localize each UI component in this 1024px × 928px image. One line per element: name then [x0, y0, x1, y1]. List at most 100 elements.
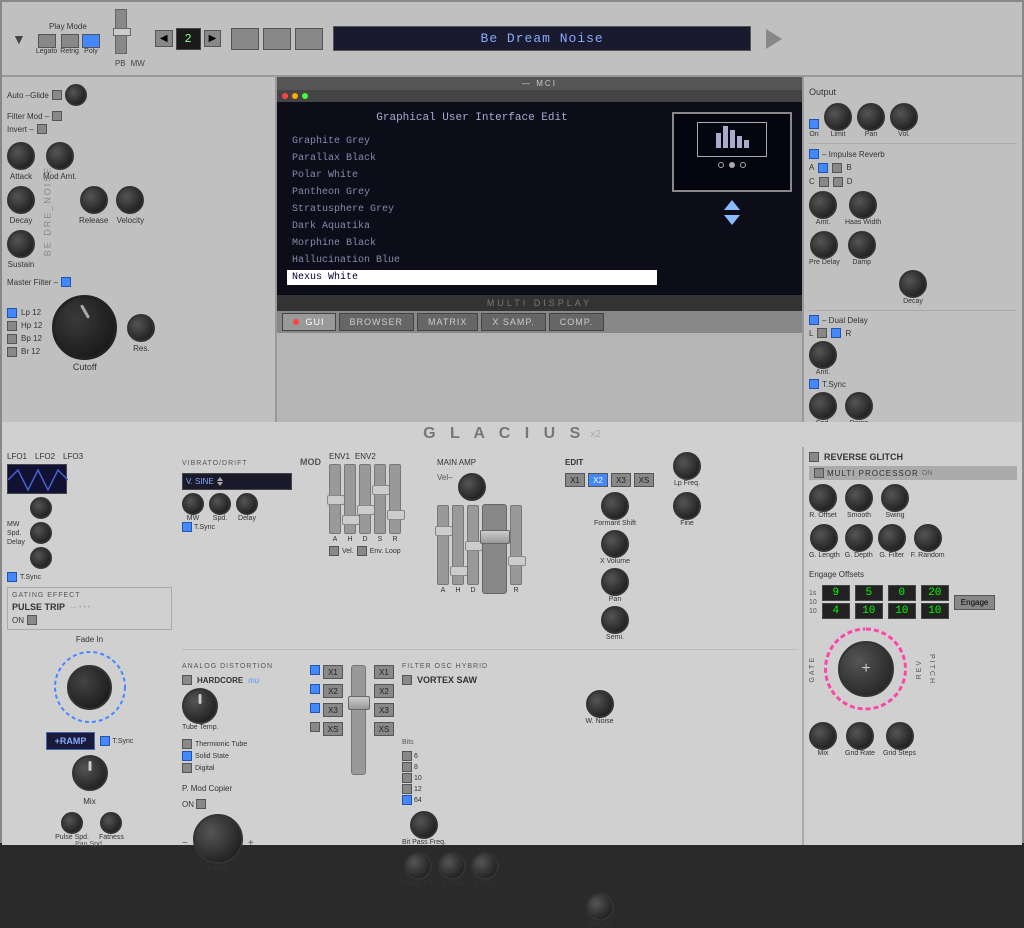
x3r-btn[interactable]: X3 [374, 703, 394, 717]
lfo-tsync-led[interactable] [7, 572, 17, 582]
multi-proc-led[interactable] [814, 468, 824, 478]
bit-10[interactable]: 10 [402, 773, 797, 783]
detune-knob[interactable] [586, 893, 614, 921]
impulse-reverb-led[interactable] [809, 149, 819, 159]
delay-amt-knob[interactable] [809, 341, 837, 369]
gui-option-3[interactable]: Pantheon Grey [287, 185, 657, 200]
env-s-thumb[interactable] [372, 485, 390, 495]
gui-option-7[interactable]: Hallucination Blue [287, 253, 657, 268]
lfo-mw-knob[interactable] [30, 497, 52, 519]
env-loop-led[interactable] [357, 546, 367, 556]
x1l-btn[interactable]: X1 [323, 665, 343, 679]
bit-6-cb[interactable] [402, 751, 412, 761]
amp-r-thumb[interactable] [508, 556, 526, 566]
r-button[interactable] [831, 328, 841, 338]
reverb-decay-knob[interactable] [899, 270, 927, 298]
filter-on-led[interactable] [402, 675, 412, 685]
w-noise-knob[interactable] [586, 690, 614, 718]
filter-mod-checkbox[interactable] [52, 111, 62, 121]
tab-matrix[interactable]: MATRIX [417, 313, 478, 331]
edit-x1-btn[interactable]: X1 [565, 473, 585, 487]
vib-mw-knob[interactable] [182, 493, 204, 515]
gui-option-6[interactable]: Morphine Black [287, 236, 657, 251]
x3l-led[interactable] [310, 703, 320, 713]
engage-button[interactable]: Engage [954, 595, 996, 610]
damp2-knob[interactable] [845, 392, 873, 420]
bit-10-cb[interactable] [402, 773, 412, 783]
bit-6[interactable]: 6 [402, 751, 797, 761]
cutoff-knob[interactable] [52, 295, 117, 360]
gui-option-1[interactable]: Parallax Black [287, 151, 657, 166]
fine-knob[interactable] [673, 492, 701, 520]
pulse-tsync-led[interactable] [100, 736, 110, 746]
scroll-down-arrow[interactable] [724, 215, 740, 225]
release-knob[interactable] [80, 186, 108, 214]
analog-on-led[interactable] [182, 675, 192, 685]
vib-spd-knob[interactable] [209, 493, 231, 515]
attack-knob[interactable] [7, 142, 35, 170]
amp-main-handle[interactable] [480, 530, 510, 544]
mix-knob[interactable] [72, 755, 108, 791]
next-preset-button[interactable]: ▶ [204, 30, 222, 47]
x2l-btn[interactable]: X2 [323, 684, 343, 698]
b-button[interactable] [832, 163, 842, 173]
g-filter-knob[interactable] [878, 524, 906, 552]
spd-knob[interactable] [809, 392, 837, 420]
g-length-knob[interactable] [810, 524, 838, 552]
gui-option-0[interactable]: Graphite Grey [287, 134, 657, 149]
bit-64-cb[interactable] [402, 795, 412, 805]
retrig-button[interactable] [61, 34, 79, 48]
grid-rate-knob[interactable] [846, 722, 874, 750]
res-knob[interactable] [127, 314, 155, 342]
formant-shift-knob[interactable] [601, 492, 629, 520]
tab-browser[interactable]: BROWSER [339, 313, 415, 331]
x2l-led[interactable] [310, 684, 320, 694]
c-button[interactable] [819, 177, 829, 187]
env-r-thumb[interactable] [387, 510, 405, 520]
hp12-checkbox[interactable] [7, 321, 17, 331]
decay-knob[interactable] [7, 186, 35, 214]
l-button[interactable] [817, 328, 827, 338]
x1r-btn[interactable]: X1 [374, 665, 394, 679]
g-depth-knob[interactable] [845, 524, 873, 552]
x2r-btn[interactable]: X2 [374, 684, 394, 698]
tab-comp[interactable]: COMP. [549, 313, 604, 331]
output-on-led[interactable] [809, 119, 819, 129]
edit-xs-btn[interactable]: XS [634, 473, 654, 487]
bit-pass-knob[interactable] [410, 811, 438, 839]
sustain-knob[interactable] [7, 230, 35, 258]
amp-a-thumb[interactable] [435, 526, 453, 536]
fatness-knob[interactable] [100, 812, 122, 834]
f-random-knob[interactable] [914, 524, 942, 552]
pb-handle[interactable] [113, 28, 131, 36]
digital-checkbox[interactable] [182, 763, 192, 773]
lp12-checkbox[interactable] [7, 308, 17, 318]
rg-mix-knob[interactable] [809, 722, 837, 750]
vol-knob[interactable] [890, 103, 918, 131]
dual-delay-led[interactable] [809, 315, 819, 325]
gui-option-5[interactable]: Dark Aquatika [287, 219, 657, 234]
r-offset-knob[interactable] [809, 484, 837, 512]
xsl-led[interactable] [310, 722, 320, 732]
gui-option-2[interactable]: Polar White [287, 168, 657, 183]
vib-delay-knob[interactable] [236, 493, 258, 515]
nav-btn-1[interactable] [231, 28, 259, 50]
glide-knob[interactable] [65, 84, 87, 106]
x-volume-knob[interactable] [601, 530, 629, 558]
invert-checkbox[interactable] [37, 124, 47, 134]
velocity-knob[interactable] [116, 186, 144, 214]
pulse-spd-knob[interactable] [61, 812, 83, 834]
reverb-amt-knob[interactable] [809, 191, 837, 219]
lp12-option[interactable]: Lp 12 [7, 308, 42, 318]
swing-knob[interactable] [881, 484, 909, 512]
legato-button[interactable] [38, 34, 56, 48]
focus-knob[interactable] [193, 814, 243, 864]
pre-delay-knob[interactable] [810, 231, 838, 259]
gui-option-8[interactable]: Nexus White [287, 270, 657, 285]
semi-knob[interactable] [601, 606, 629, 634]
vib-tsync-led[interactable] [182, 522, 192, 532]
rg-led[interactable] [809, 452, 819, 462]
osc-pan-knob[interactable] [601, 568, 629, 596]
amp-h-thumb[interactable] [450, 566, 468, 576]
tube-temp-knob[interactable] [182, 688, 218, 724]
